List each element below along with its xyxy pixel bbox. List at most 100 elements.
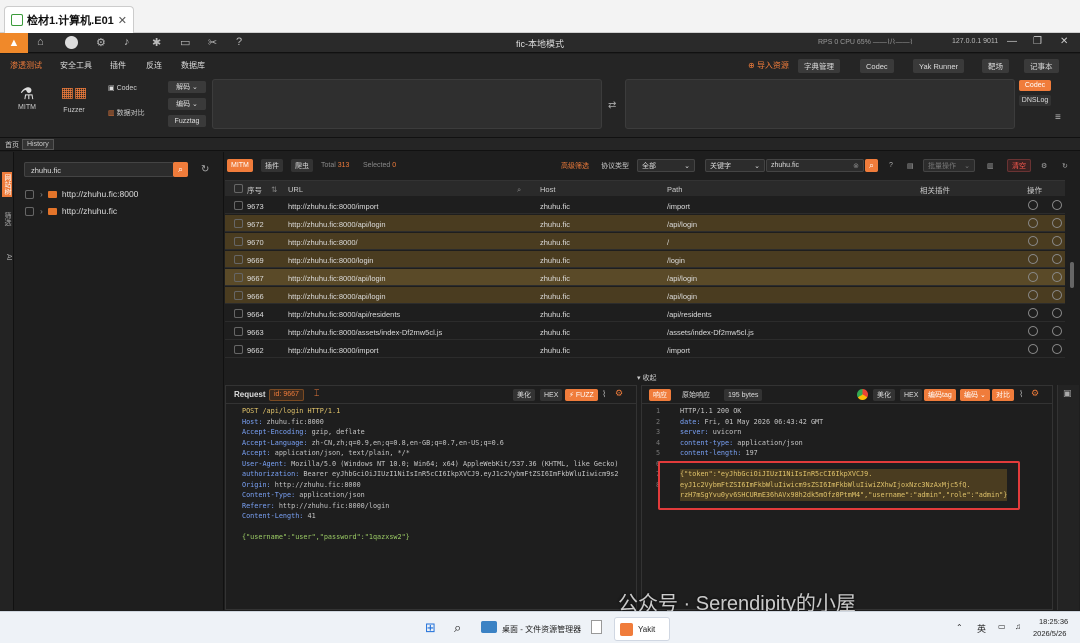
dictionary-button[interactable]: 字典管理	[798, 59, 840, 73]
tree-item[interactable]: › http://zhuhu.fic:8000	[25, 189, 138, 199]
open-icon[interactable]	[1052, 200, 1062, 210]
encode-dropdown[interactable]: 编码 ⌄	[960, 389, 990, 401]
row-checkbox[interactable]	[234, 237, 243, 246]
menu-security-tools[interactable]: 安全工具	[60, 60, 92, 71]
codec-button[interactable]: Codec	[860, 59, 894, 73]
details-icon[interactable]	[1028, 326, 1038, 336]
gear-icon[interactable]: ⚙	[1037, 159, 1051, 172]
row-checkbox[interactable]	[234, 309, 243, 318]
batch-action-select[interactable]: 批量操作 ⌄	[923, 159, 975, 172]
menu-pentest[interactable]: 渗透测试	[10, 60, 42, 71]
keyword-select[interactable]: 关键字 ⌄	[705, 159, 765, 172]
open-icon[interactable]	[1052, 218, 1062, 228]
tab-history[interactable]: History	[22, 139, 54, 150]
hex-button[interactable]: HEX	[900, 389, 923, 401]
open-icon[interactable]	[1052, 344, 1062, 354]
help-icon[interactable]: ?	[885, 159, 897, 172]
search-icon[interactable]: ⌕	[517, 185, 521, 195]
details-icon[interactable]	[1028, 200, 1038, 210]
close-icon[interactable]: ✕	[118, 14, 127, 27]
search-icon[interactable]: ⌕	[454, 620, 461, 636]
volume-icon[interactable]: ♫	[1015, 622, 1021, 631]
chevron-right-icon[interactable]: ›	[40, 206, 43, 216]
tree-item[interactable]: › http://zhuhu.fic	[25, 206, 117, 216]
open-icon[interactable]	[1052, 308, 1062, 318]
tree-checkbox[interactable]	[25, 206, 34, 216]
details-icon[interactable]	[1028, 308, 1038, 318]
gear-icon[interactable]: ⚙	[1031, 388, 1039, 399]
encode-dropdown[interactable]: 编码 ⌄	[168, 98, 206, 110]
notepad-button[interactable]: 记事本	[1024, 59, 1059, 73]
row-checkbox[interactable]	[234, 273, 243, 282]
list-icon[interactable]: ≡	[1055, 112, 1061, 123]
table-row[interactable]: 9666 http://zhuhu.fic:8000/api/login zhuhu…	[225, 287, 1065, 304]
row-checkbox[interactable]	[234, 219, 243, 228]
search-icon[interactable]: ⌕	[173, 162, 188, 177]
table-row[interactable]: 9662 http://zhuhu.fic:8000/import zhuhu.fi…	[225, 341, 1065, 358]
ime-indicator[interactable]: 英	[977, 622, 986, 635]
details-icon[interactable]	[1028, 272, 1038, 282]
minimize-icon[interactable]: —	[1007, 36, 1017, 47]
fuzz-button[interactable]: ⚡ FUZZ	[565, 389, 598, 401]
taskbar-yakit[interactable]: Yakit	[614, 617, 670, 641]
swap-icon[interactable]: ⇄	[608, 100, 616, 111]
dnslog-side-button[interactable]: DNSLog	[1019, 95, 1051, 106]
col-path[interactable]: Path	[667, 185, 682, 194]
select-all-checkbox[interactable]	[234, 184, 243, 193]
vm-tab[interactable]: 检材1.计算机.E01 ✕	[4, 6, 134, 33]
row-checkbox[interactable]	[234, 327, 243, 336]
col-id[interactable]: 序号	[247, 185, 262, 196]
clear-input-icon[interactable]: ⊗	[853, 162, 859, 170]
scrollbar[interactable]	[1070, 262, 1074, 288]
table-row[interactable]: 9669 http://zhuhu.fic:8000/login zhuhu.fic…	[225, 251, 1065, 268]
tab-raw-response[interactable]: 原始响应	[678, 389, 714, 401]
filter-crawler[interactable]: 爬虫	[291, 159, 313, 172]
encode-tag-button[interactable]: 编码tag	[924, 389, 956, 401]
site-search-input[interactable]: zhuhu.fic	[24, 162, 174, 177]
search-icon[interactable]: ⌕	[865, 159, 879, 172]
filter-mitm[interactable]: MITM	[227, 159, 253, 172]
refresh-icon[interactable]: ↻	[201, 164, 209, 175]
compare-tool[interactable]: ▥ 数据对比	[108, 108, 164, 118]
open-icon[interactable]	[1052, 236, 1062, 246]
compare-button[interactable]: 对比	[992, 389, 1014, 401]
fuzztag-button[interactable]: Fuzztag	[168, 115, 206, 127]
keyword-input[interactable]: zhuhu.fic ⊗	[766, 159, 864, 172]
beautify-button[interactable]: 美化	[873, 389, 895, 401]
details-icon[interactable]	[1028, 290, 1038, 300]
table-row[interactable]: 9670 http://zhuhu.fic:8000/zhuhu.fic /	[225, 233, 1065, 250]
yak-runner-button[interactable]: Yak Runner	[913, 59, 965, 73]
table-row[interactable]: 9673 http://zhuhu.fic:8000/import zhuhu.fi…	[225, 197, 1065, 214]
details-icon[interactable]	[1028, 254, 1038, 264]
row-checkbox[interactable]	[234, 291, 243, 300]
row-checkbox[interactable]	[234, 345, 243, 354]
tab-response[interactable]: 响应	[649, 389, 671, 401]
row-checkbox[interactable]	[234, 255, 243, 264]
col-url[interactable]: URL	[288, 185, 303, 194]
copy-icon[interactable]: ⌶	[314, 388, 319, 399]
details-icon[interactable]	[1028, 344, 1038, 354]
clear-button[interactable]: 清空	[1007, 159, 1031, 172]
mitm-tool[interactable]: ⚗ MITM	[12, 84, 42, 111]
collapse-button[interactable]: ▾ 收起	[637, 373, 656, 383]
menu-plugins[interactable]: 插件	[110, 60, 126, 71]
table-settings-icon[interactable]: ▥	[983, 159, 998, 172]
tab-home[interactable]: 首页	[1, 139, 23, 150]
refresh-icon[interactable]: ↻	[1058, 159, 1072, 172]
range-button[interactable]: 靶场	[982, 59, 1009, 73]
row-checkbox[interactable]	[234, 201, 243, 210]
chrome-icon[interactable]	[857, 389, 868, 400]
codec-output-area[interactable]	[625, 79, 1015, 129]
hex-button[interactable]: HEX	[540, 389, 563, 401]
wrap-icon[interactable]: ⌇	[1019, 389, 1023, 400]
table-row[interactable]: 9667 http://zhuhu.fic:8000/api/login zhuhu…	[225, 269, 1065, 286]
advanced-filter-button[interactable]: 高级筛选	[557, 159, 593, 172]
details-icon[interactable]	[1028, 236, 1038, 246]
tree-checkbox[interactable]	[25, 189, 34, 199]
table-row[interactable]: 9663 http://zhuhu.fic:8000/assets/index-D…	[225, 323, 1065, 340]
open-icon[interactable]	[1052, 254, 1062, 264]
table-row[interactable]: 9664 http://zhuhu.fic:8000/api/residents z…	[225, 305, 1065, 322]
export-icon[interactable]: ▤	[903, 159, 918, 172]
filter-plugin[interactable]: 插件	[261, 159, 283, 172]
notepad-icon[interactable]	[591, 620, 602, 634]
